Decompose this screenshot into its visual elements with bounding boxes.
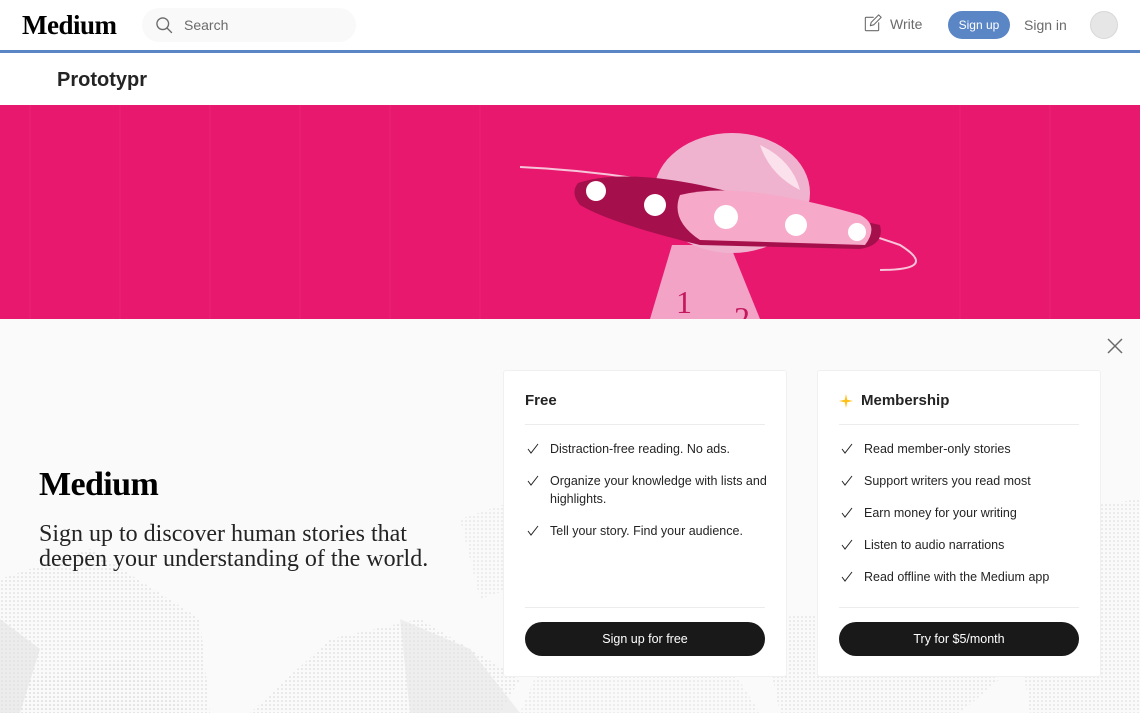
list-item: Listen to audio narrations bbox=[839, 536, 1084, 554]
write-button[interactable]: Write bbox=[862, 14, 922, 34]
try-membership-button[interactable]: Try for $5/month bbox=[839, 622, 1079, 656]
membership-plan-title-text: Membership bbox=[861, 392, 950, 409]
list-item: Support writers you read most bbox=[839, 472, 1084, 490]
feature-text: Listen to audio narrations bbox=[864, 538, 1005, 552]
search-box[interactable] bbox=[142, 8, 356, 42]
feature-text: Read offline with the Medium app bbox=[864, 570, 1050, 584]
free-plan-title: Free bbox=[525, 392, 557, 409]
feature-text: Tell your story. Find your audience. bbox=[550, 524, 743, 538]
signin-link[interactable]: Sign in bbox=[1024, 17, 1067, 33]
free-feature-list: Distraction-free reading. No ads. Organi… bbox=[525, 440, 770, 554]
write-label: Write bbox=[890, 16, 923, 32]
list-item: Distraction-free reading. No ads. bbox=[525, 440, 770, 458]
top-navigation: Medium Write Sign up Sign in bbox=[0, 0, 1140, 51]
divider bbox=[839, 424, 1079, 425]
check-icon bbox=[841, 475, 853, 486]
divider bbox=[525, 607, 765, 608]
free-plan-title-text: Free bbox=[525, 392, 557, 409]
ufo-illustration-icon: 1 2 bbox=[29, 105, 1051, 319]
signup-headline: Sign up to discover human stories that d… bbox=[39, 521, 429, 572]
list-item: Read member-only stories bbox=[839, 440, 1084, 458]
list-item: Organize your knowledge with lists and h… bbox=[525, 472, 770, 508]
check-icon bbox=[841, 571, 853, 582]
membership-plan-card: Membership Read member-only stories Supp… bbox=[817, 370, 1101, 677]
publication-name[interactable]: Prototypr bbox=[57, 69, 147, 92]
list-item: Read offline with the Medium app bbox=[839, 568, 1084, 586]
feature-text: Organize your knowledge with lists and h… bbox=[550, 474, 767, 506]
sheet-medium-logo: Medium bbox=[39, 466, 159, 503]
publication-bar: Prototypr bbox=[0, 53, 1140, 105]
divider bbox=[839, 607, 1079, 608]
search-icon bbox=[156, 17, 173, 34]
svg-text:2: 2 bbox=[734, 300, 750, 319]
check-icon bbox=[841, 507, 853, 518]
close-icon[interactable] bbox=[1106, 337, 1124, 355]
svg-text:1: 1 bbox=[676, 284, 692, 319]
star-icon bbox=[839, 393, 853, 408]
feature-text: Support writers you read most bbox=[864, 474, 1031, 488]
check-icon bbox=[841, 443, 853, 454]
signup-free-button[interactable]: Sign up for free bbox=[525, 622, 765, 656]
feature-text: Earn money for your writing bbox=[864, 506, 1017, 520]
feature-text: Read member-only stories bbox=[864, 442, 1011, 456]
search-input[interactable] bbox=[184, 17, 334, 33]
membership-feature-list: Read member-only stories Support writers… bbox=[839, 440, 1084, 600]
avatar[interactable] bbox=[1090, 11, 1118, 39]
medium-logo[interactable]: Medium bbox=[22, 10, 117, 41]
feature-text: Distraction-free reading. No ads. bbox=[550, 442, 730, 456]
write-icon bbox=[864, 14, 882, 32]
check-icon bbox=[841, 539, 853, 550]
list-item: Tell your story. Find your audience. bbox=[525, 522, 770, 540]
check-icon bbox=[527, 475, 539, 486]
hero-banner: 1 2 bbox=[0, 105, 1140, 319]
list-item: Earn money for your writing bbox=[839, 504, 1084, 522]
check-icon bbox=[527, 525, 539, 536]
membership-plan-title: Membership bbox=[839, 392, 949, 409]
signup-button[interactable]: Sign up bbox=[948, 11, 1010, 39]
divider bbox=[525, 424, 765, 425]
free-plan-card: Free Distraction-free reading. No ads. O… bbox=[503, 370, 787, 677]
check-icon bbox=[527, 443, 539, 454]
